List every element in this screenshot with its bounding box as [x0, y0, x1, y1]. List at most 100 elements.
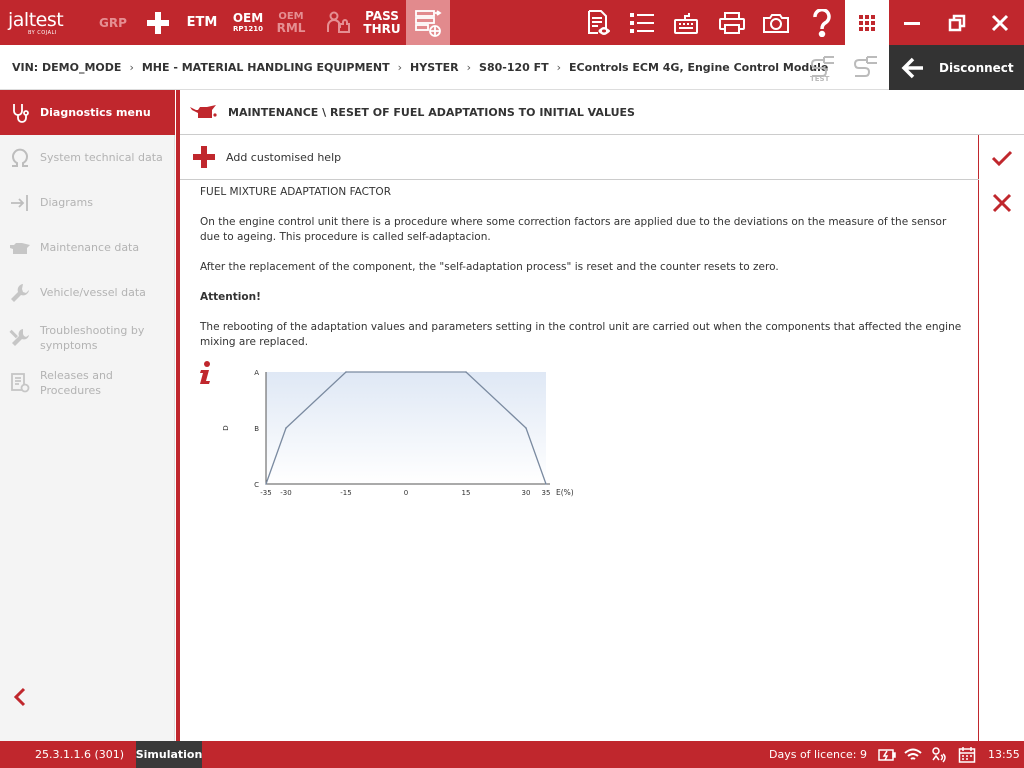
oem-rml-bottom: RML: [276, 20, 306, 35]
chart-svg: C B A -35 -30 -15 0 15 30 35 E(%) D: [222, 369, 574, 497]
close-icon: [992, 193, 1012, 212]
close-icon: [991, 14, 1009, 31]
status-bar: 25.3.1.1.6 (301) Simulation Days of lice…: [0, 741, 1024, 768]
oil-can-icon: [190, 105, 217, 118]
add-help-label: Add customised help: [226, 150, 342, 164]
sidebar-item-diagrams[interactable]: Diagrams: [0, 180, 175, 225]
grp-button[interactable]: GRP: [96, 0, 130, 45]
sidebar-back-button[interactable]: [10, 685, 34, 709]
sidebar-item-releases-procedures[interactable]: Releases and Procedures: [0, 360, 175, 405]
breadcrumb-item-category[interactable]: MHE - MATERIAL HANDLING EQUIPMENT: [142, 61, 390, 74]
sidebar-item-system-technical-data[interactable]: System technical data: [0, 135, 175, 180]
tools-icon: [0, 327, 40, 349]
restore-button[interactable]: [937, 0, 977, 45]
chart-y-axis-label: D: [222, 425, 230, 430]
question-icon: [813, 8, 831, 37]
plug-button[interactable]: [849, 53, 881, 85]
chart-x-tick-label: -15: [340, 489, 351, 497]
plug-cable-icon: [853, 56, 877, 77]
close-button[interactable]: [980, 0, 1020, 45]
chart-point: [525, 427, 527, 429]
action-column: [980, 135, 1024, 741]
disconnect-button[interactable]: Disconnect: [889, 45, 1024, 90]
licence-days: Days of licence: 9: [769, 748, 867, 761]
add-button[interactable]: [140, 0, 176, 45]
chart-x-axis-label: E(%): [556, 488, 574, 497]
chart-x-tick-label: 0: [404, 489, 408, 497]
plus-icon: [193, 146, 215, 168]
logo-text: jaltest: [8, 8, 64, 31]
screenshot-button[interactable]: [756, 0, 796, 45]
breadcrumb-separator: ›: [397, 61, 403, 74]
omega-icon: [0, 147, 40, 169]
keyboard-button[interactable]: [666, 0, 706, 45]
content-header: MAINTENANCE \ RESET OF FUEL ADAPTATIONS …: [180, 90, 1024, 135]
chart-point: [265, 483, 267, 485]
document-gear-icon: [0, 372, 40, 394]
sidebar-item-label: Vehicle/vessel data: [40, 286, 146, 299]
diagram-arrow-icon: [0, 192, 40, 214]
help-document: FUEL MIXTURE ADAPTATION FACTOR On the en…: [200, 185, 965, 365]
oil-can-icon: [0, 239, 40, 257]
chart-x-tick-label: -30: [280, 489, 291, 497]
minimize-icon: [904, 21, 920, 25]
chart-y-tick-label: A: [254, 369, 259, 377]
keyboard-icon: [674, 12, 698, 34]
jaltest-logo: jaltest BY COJALI: [8, 0, 92, 45]
doc-attention: Attention!: [200, 291, 261, 303]
battery-charging-icon: [877, 745, 897, 765]
breadcrumb-item-model[interactable]: S80-120 FT: [479, 61, 549, 74]
wifi-icon: [903, 745, 923, 765]
pass-thru-button[interactable]: PASS THRU: [362, 0, 402, 45]
print-button[interactable]: [712, 0, 752, 45]
chart-x-tick-label: 30: [522, 489, 531, 497]
apps-grid-button[interactable]: [845, 0, 889, 45]
chart-y-tick-label: B: [254, 425, 259, 433]
restore-icon: [948, 14, 966, 31]
puzzle-person-icon: [327, 11, 350, 33]
help-button[interactable]: [802, 0, 842, 45]
info-icon[interactable]: [198, 360, 214, 388]
chart-y-tick-label: C: [254, 481, 259, 489]
breadcrumb-vin: VIN: DEMO_MODE: [12, 61, 122, 74]
pass-thru-bottom: THRU: [363, 21, 401, 36]
clock: 13:55: [988, 748, 1020, 761]
etm-button[interactable]: ETM: [184, 0, 220, 45]
oem-rp1210-button[interactable]: OEM RP1210: [228, 0, 268, 45]
adaptation-chart: C B A -35 -30 -15 0 15 30 35 E(%) D: [215, 360, 595, 535]
breadcrumb-item-brand[interactable]: HYSTER: [410, 61, 459, 74]
sidebar-item-troubleshooting[interactable]: Troubleshooting by symptoms: [0, 315, 175, 360]
report-button[interactable]: [578, 0, 618, 45]
cancel-button[interactable]: [980, 180, 1024, 225]
oem-rml-button[interactable]: OEM RML: [272, 0, 310, 45]
page-title: MAINTENANCE \ RESET OF FUEL ADAPTATIONS …: [228, 105, 635, 119]
top-toolbar: jaltest BY COJALI GRP ETM OEM RP1210 OEM…: [0, 0, 1024, 45]
doc-paragraph: On the engine control unit there is a pr…: [200, 216, 947, 243]
chevron-left-icon: [13, 687, 26, 707]
sidebar-item-maintenance-data[interactable]: Maintenance data: [0, 225, 175, 270]
pass-thru-top: PASS: [365, 8, 399, 23]
doc-heading: FUEL MIXTURE ADAPTATION FACTOR: [200, 186, 391, 198]
breadcrumb-item-system[interactable]: EControls ECM 4G, Engine Control Module: [569, 61, 828, 74]
plugin-button[interactable]: [318, 0, 358, 45]
logo-subtext: BY COJALI: [28, 29, 57, 36]
add-help-bar[interactable]: Add customised help: [180, 135, 979, 180]
grid-icon: [859, 14, 875, 31]
accept-button[interactable]: [980, 135, 1024, 180]
calendar-icon[interactable]: [957, 745, 977, 765]
server-network-button[interactable]: [406, 0, 450, 45]
minimize-button[interactable]: [892, 0, 932, 45]
server-network-icon: [415, 9, 442, 37]
content-panel: Add customised help FUEL MIXTURE ADAPTAT…: [180, 135, 979, 741]
test-button[interactable]: TEST: [806, 53, 838, 85]
breadcrumb-separator: ›: [129, 61, 134, 74]
list-button[interactable]: [622, 0, 662, 45]
version-label: 25.3.1.1.6 (301): [35, 748, 125, 761]
chart-point: [345, 371, 347, 373]
sidebar-item-diagnostics-menu[interactable]: Diagnostics menu: [0, 90, 175, 135]
sidebar-item-vehicle-vessel-data[interactable]: Vehicle/vessel data: [0, 270, 175, 315]
sidebar-item-label: Releases and Procedures: [40, 368, 113, 397]
camera-icon: [763, 13, 789, 33]
list-icon: [630, 12, 654, 33]
sidebar-item-label: Maintenance data: [40, 241, 140, 254]
